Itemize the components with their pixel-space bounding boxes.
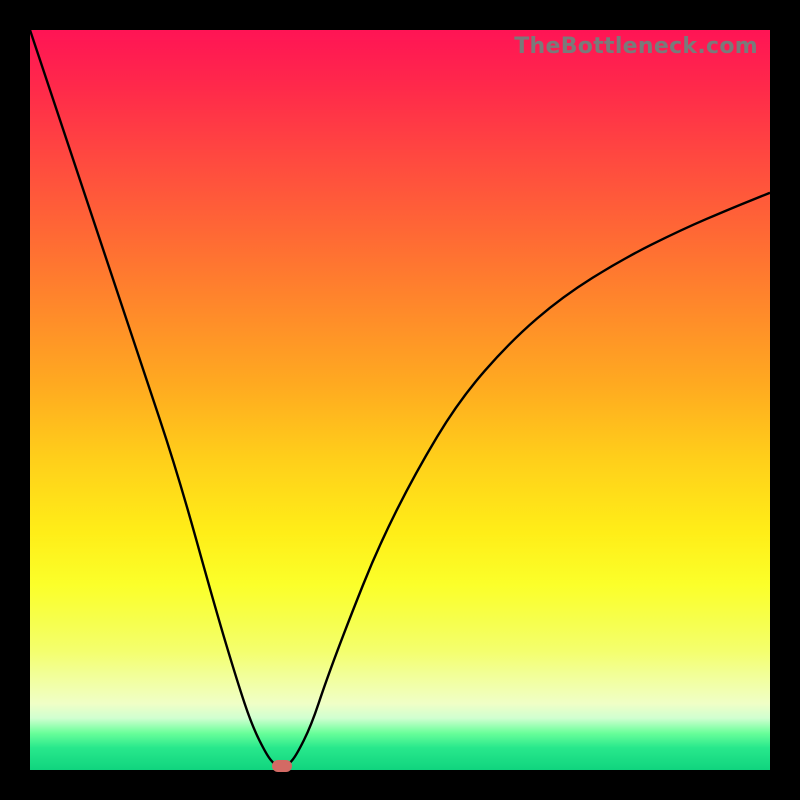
plot-area: TheBottleneck.com bbox=[30, 30, 770, 770]
bottleneck-curve bbox=[30, 30, 770, 770]
optimum-marker bbox=[272, 760, 292, 772]
chart-frame: TheBottleneck.com bbox=[0, 0, 800, 800]
